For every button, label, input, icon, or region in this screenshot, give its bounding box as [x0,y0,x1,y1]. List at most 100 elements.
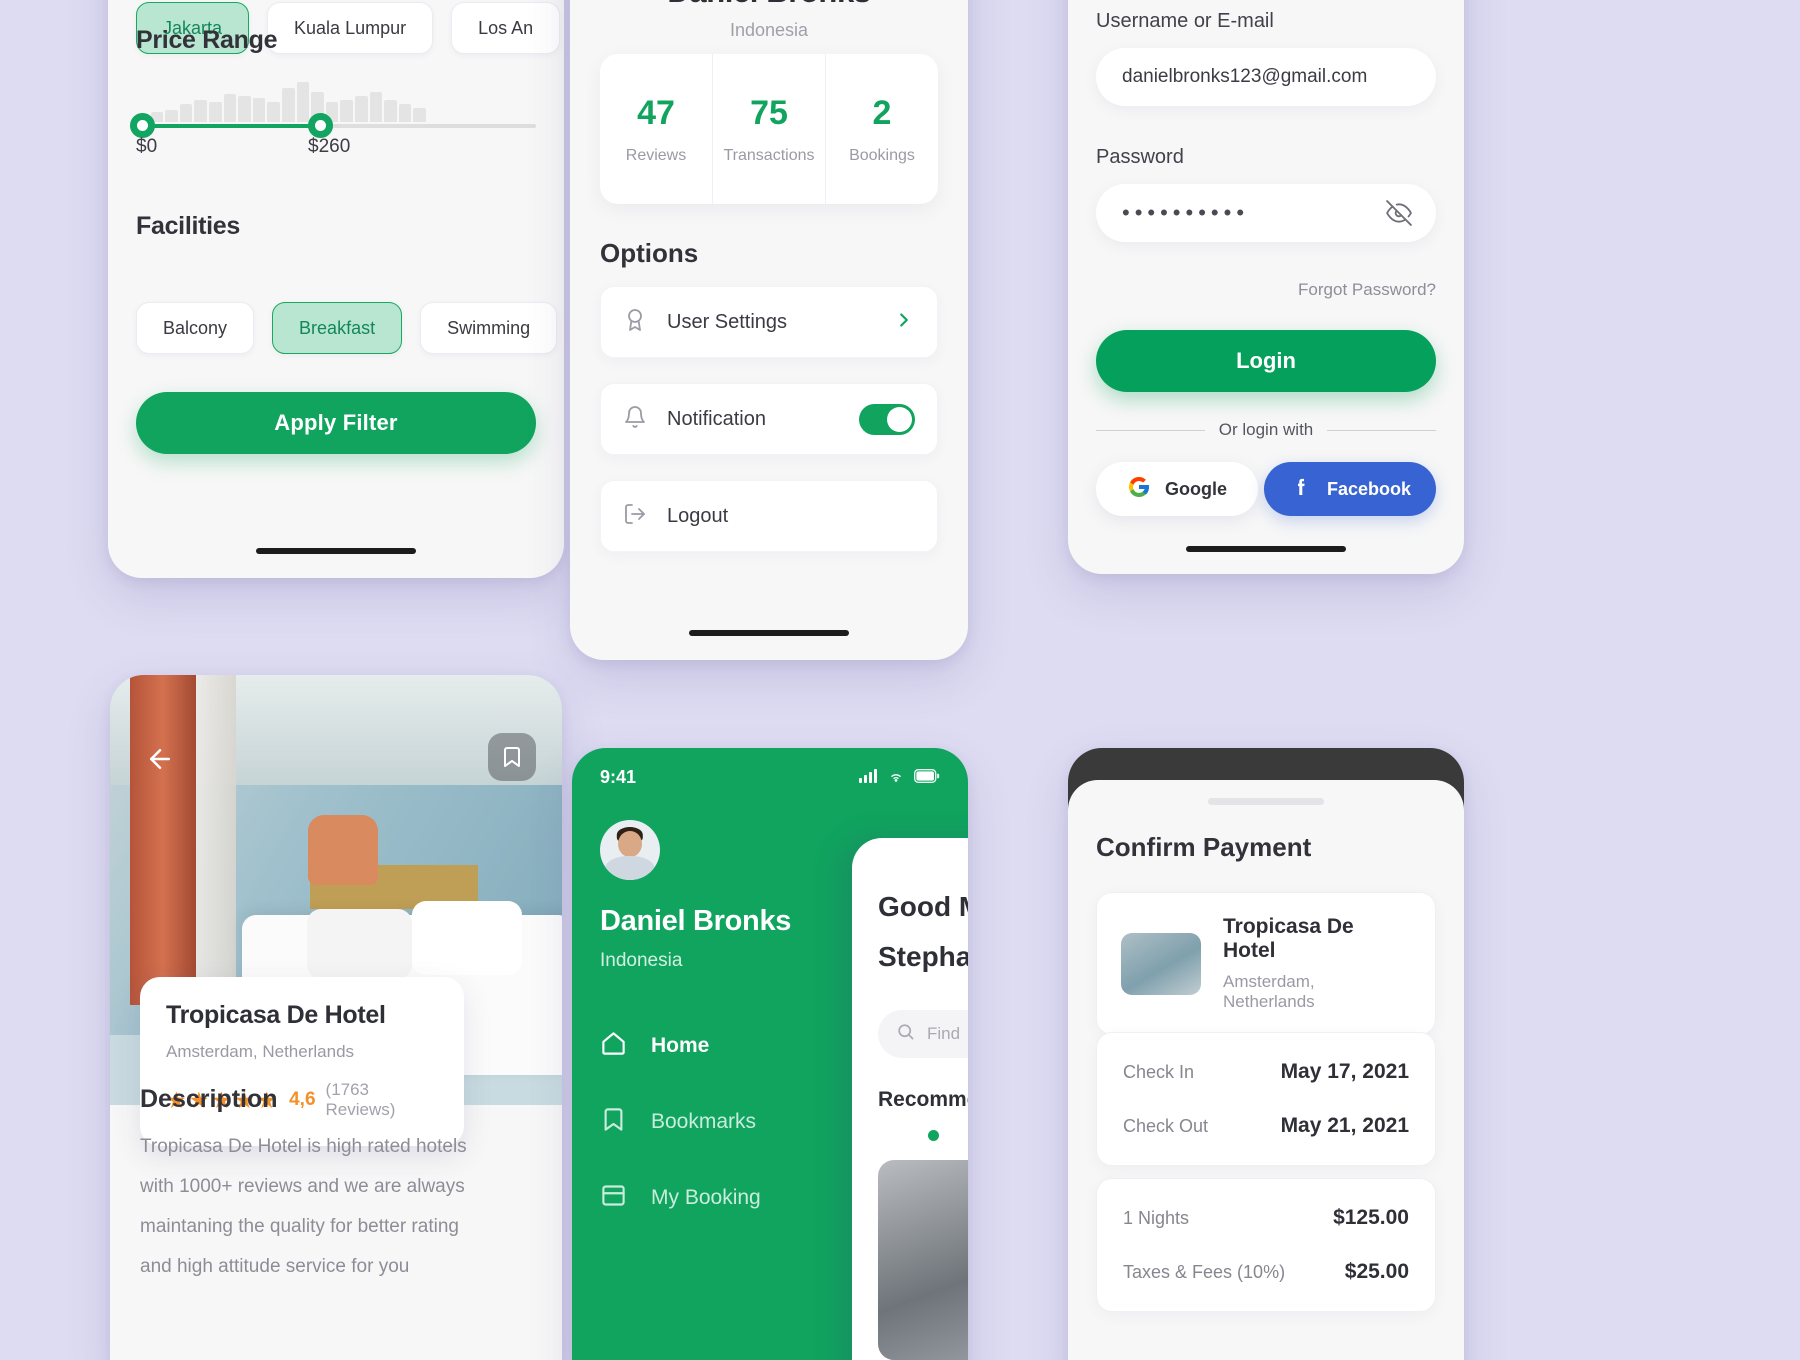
options-title: Options [600,238,699,268]
check-in-value: May 17, 2021 [1280,1060,1409,1083]
stat-bookings-label: Bookings [849,146,915,164]
sidebar-item-home[interactable]: Home [600,1030,709,1062]
divider-line-right [1327,429,1437,431]
facebook-login-button[interactable]: Facebook [1264,462,1436,516]
hotel-thumbnail [1121,932,1201,995]
nights-label: 1 Nights [1123,1207,1190,1228]
drawer-avatar[interactable] [600,820,660,880]
chevron-right-icon[interactable] [893,309,915,336]
forgot-password-link[interactable]: Forgot Password? [1298,280,1436,300]
filter-screen: Jakarta Kuala Lumpur Los An Price Range … [108,0,564,578]
stat-transactions-label: Transactions [723,146,815,164]
badge-icon [623,308,647,337]
facility-breakfast[interactable]: Breakfast [272,302,403,354]
recommend-thumbnail[interactable] [878,1160,968,1360]
bookmark-icon[interactable] [488,733,536,781]
drawer-user-name: Daniel Bronks [600,905,792,937]
greeting-line-1: Good M [878,891,968,922]
taxes-value: $25.00 [1344,1260,1409,1283]
status-bar: 9:41 [572,762,968,792]
greeting-line-2: Stephan [878,941,968,972]
nights-row: 1 Nights $125.00 [1097,1191,1435,1245]
option-user-settings[interactable]: User Settings [600,286,938,358]
profile-country: Indonesia [729,20,809,40]
home-icon [600,1030,627,1062]
google-login-label: Google [1165,478,1227,499]
password-input[interactable]: •••••••••• [1096,184,1436,242]
facebook-login-label: Facebook [1326,478,1412,499]
check-out-label: Check Out [1123,1115,1209,1136]
slider-fill [136,124,326,128]
signal-icon [859,767,878,788]
stat-reviews-value: 47 [637,93,675,132]
sidebar-item-bookmarks[interactable]: Bookmarks [600,1106,756,1138]
sidebar-item-home-label: Home [651,1034,710,1057]
stat-transactions: 75 Transactions [712,54,825,204]
option-notification[interactable]: Notification [600,383,938,455]
payment-hotel-name: Tropicasa De Hotel [1223,915,1354,962]
battery-icon [913,767,940,788]
password-label: Password [1096,146,1184,168]
search-placeholder: Find [927,1024,961,1043]
bell-icon [623,405,647,434]
arrow-left-icon[interactable] [136,735,184,783]
payment-title: Confirm Payment [1096,832,1312,862]
username-label: Username or E-mail [1096,10,1274,32]
username-input[interactable]: danielbronks123@gmail.com [1096,48,1436,106]
screenshot-stage: Jakarta Kuala Lumpur Los An Price Range … [0,0,1800,1360]
facebook-icon [1289,475,1313,504]
check-out-row: Check Out May 21, 2021 [1097,1099,1435,1153]
hotel-review-count: (1763 Reviews) [325,1080,396,1119]
recommend-title: Recommen [878,1088,968,1111]
drawer-user-country: Indonesia [600,950,683,971]
divider-line-left [1096,429,1205,431]
city-tab-kuala-lumpur[interactable]: Kuala Lumpur [267,2,434,54]
check-out-value: May 21, 2021 [1280,1114,1409,1137]
google-login-button[interactable]: Google [1096,462,1258,516]
search-icon [896,1022,915,1046]
sidebar-item-bookmarks-label: Bookmarks [651,1110,757,1133]
status-icons [859,767,940,788]
bookmark-icon [600,1106,627,1138]
check-in-label: Check In [1123,1061,1195,1082]
price-histogram [136,76,426,122]
eye-off-icon[interactable] [1386,200,1412,226]
search-input[interactable]: Find [878,1010,968,1058]
price-min-label: $0 [136,136,158,157]
stat-reviews-label: Reviews [625,146,687,164]
city-tab-los-angeles[interactable]: Los An [451,2,561,54]
check-in-row: Check In May 17, 2021 [1097,1045,1435,1099]
login-button[interactable]: Login [1096,330,1436,392]
apply-filter-button[interactable]: Apply Filter [136,392,536,454]
sidebar-item-my-booking[interactable]: My Booking [600,1182,761,1214]
profile-stats: 47 Reviews 75 Transactions 2 Bookings [600,54,938,204]
login-screen: Username or E-mail danielbronks123@gmail… [1068,0,1464,574]
profile-name: Daniel Bronks [570,0,968,10]
price-max-label: $260 [308,136,351,157]
facility-swimming[interactable]: Swimming [420,302,558,354]
facilities-title: Facilities [136,212,240,240]
or-login-with-label: Or login with [1218,420,1314,439]
facility-balcony[interactable]: Balcony [136,302,255,354]
payment-charges-card: 1 Nights $125.00 Taxes & Fees (10%) $25.… [1096,1178,1436,1312]
description-title: Description [140,1085,278,1113]
payment-hotel-location: Amsterdam, Netherlands [1223,972,1315,1011]
option-logout[interactable]: Logout [600,480,938,552]
slider-knob-max[interactable] [308,113,333,138]
status-time: 9:41 [600,766,637,787]
notification-toggle[interactable] [859,403,915,435]
hotel-detail-screen: Tropicasa De Hotel Amsterdam, Netherland… [110,675,562,1360]
sheet-grab-handle[interactable] [1208,798,1324,805]
home-indicator [1186,546,1346,552]
stat-reviews: 47 Reviews [600,54,712,204]
option-user-settings-label: User Settings [667,310,788,333]
slider-knob-min[interactable] [130,113,155,138]
payment-hotel-card: Tropicasa De Hotel Amsterdam, Netherland… [1096,892,1436,1035]
price-range-slider[interactable]: $0 $260 [130,62,536,158]
facilities-chips: Balcony Breakfast Swimming [136,302,558,354]
recommend-active-dot [928,1130,939,1141]
or-divider: Or login with [1096,420,1437,440]
google-icon [1127,475,1151,504]
description-body: Tropicasa De Hotel is high rated hotels … [140,1136,467,1277]
hotel-rating-value: 4,6 [289,1089,316,1110]
